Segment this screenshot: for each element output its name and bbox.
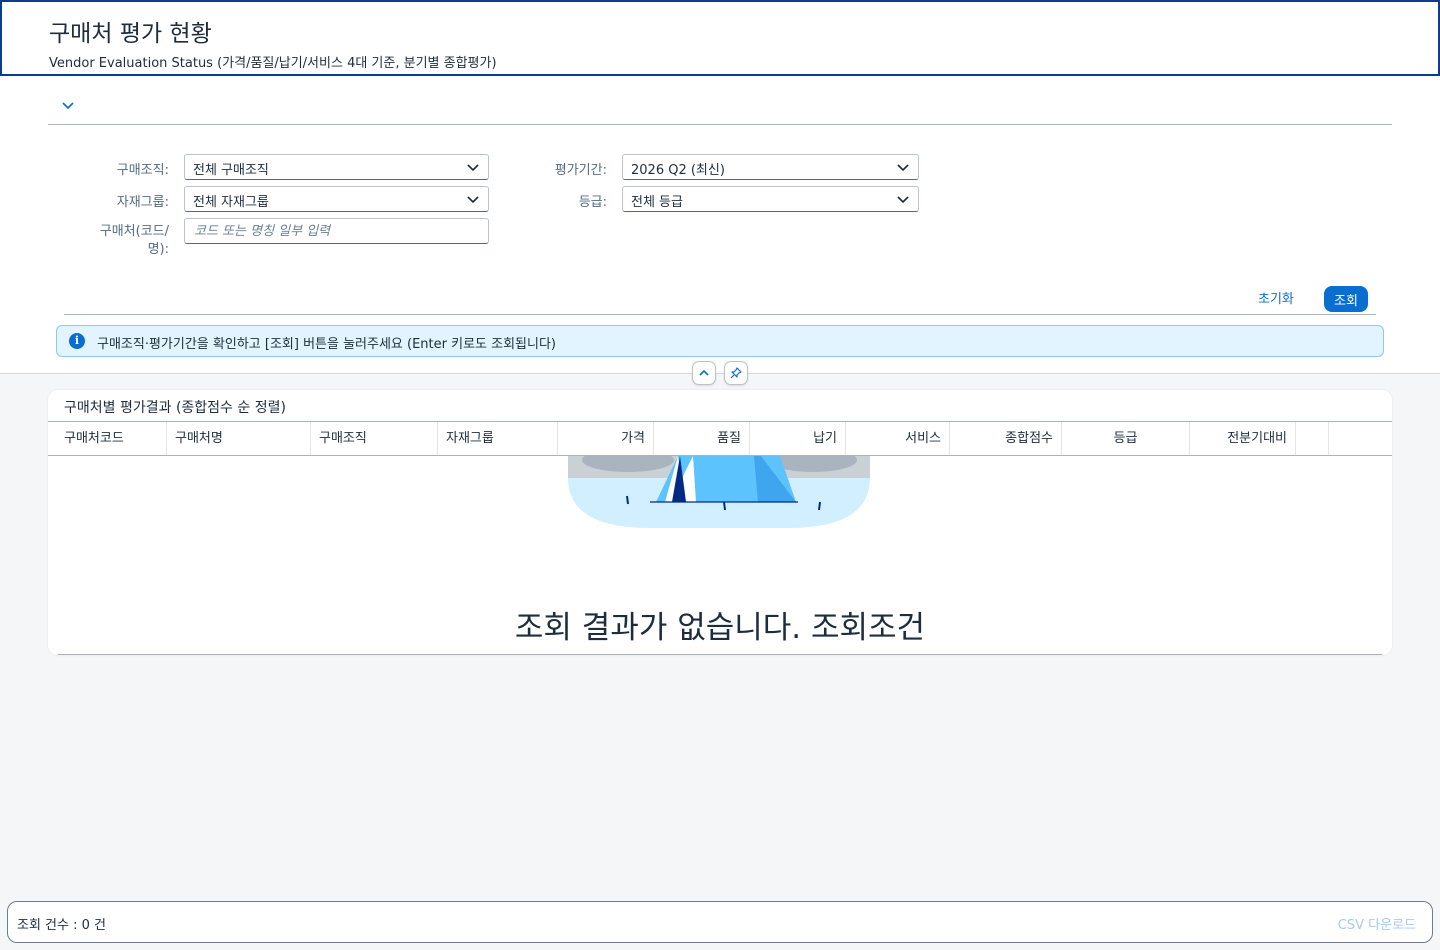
reset-button[interactable]: 초기화 <box>1258 288 1294 307</box>
vendor-label-line1: 구매처(코드/ <box>99 224 169 239</box>
info-icon: i <box>69 333 85 349</box>
info-message-strip: i 구매조직·평가기간을 확인하고 [조회] 버튼을 눌러주세요 (Enter … <box>56 325 1384 357</box>
period-label: 평가기간: <box>554 163 607 178</box>
material-group-label: 자재그룹: <box>116 195 169 210</box>
chevron-down-icon <box>467 196 479 204</box>
column-header[interactable]: 전분기대비 <box>1190 422 1296 455</box>
purchase-org-value: 전체 구매조직 <box>193 163 269 178</box>
grade-value: 전체 등급 <box>631 195 683 210</box>
column-header[interactable]: 가격 <box>558 422 654 455</box>
period-value: 2026 Q2 (최신) <box>631 163 725 178</box>
footer-bar: 조회 건수 : 0 건 CSV 다운로드 <box>7 901 1433 943</box>
grade-select[interactable]: 전체 등급 <box>622 186 919 212</box>
vendor-input[interactable] <box>184 218 489 244</box>
column-header-spacer <box>1296 422 1329 455</box>
result-panel: 구매처별 평가결과 (종합점수 순 정렬) 구매처코드 구매처명 구매조직 자재… <box>48 390 1392 655</box>
column-header[interactable]: 품질 <box>654 422 750 455</box>
result-count: 조회 건수 : 0 건 <box>17 918 106 933</box>
pin-header-button[interactable] <box>724 361 748 385</box>
column-header[interactable]: 구매조직 <box>311 422 438 455</box>
page-title: 구매처 평가 현황 <box>49 21 212 47</box>
column-header[interactable]: 등급 <box>1062 422 1190 455</box>
result-title: 구매처별 평가결과 (종합점수 순 정렬) <box>64 400 286 416</box>
table-header: 구매처코드 구매처명 구매조직 자재그룹 가격 품질 납기 서비스 종합점수 등… <box>48 421 1392 456</box>
page-header: 구매처 평가 현황 Vendor Evaluation Status (가격/품… <box>0 0 1440 76</box>
info-text: 구매조직·평가기간을 확인하고 [조회] 버튼을 눌러주세요 (Enter 키로… <box>97 337 556 352</box>
csv-download-button[interactable]: CSV 다운로드 <box>1338 914 1416 933</box>
vendor-label: 구매처(코드/ 명): <box>64 223 169 259</box>
filter-divider <box>48 124 1392 125</box>
collapse-header-button[interactable] <box>692 361 716 385</box>
toolbar-divider <box>64 314 1376 315</box>
panel-divider <box>58 654 1382 655</box>
no-data-illustration <box>568 456 870 528</box>
pin-icon <box>730 367 742 379</box>
purchase-org-select[interactable]: 전체 구매조직 <box>184 154 489 180</box>
no-data-message: 조회 결과가 없습니다. 조회조건 <box>514 610 926 646</box>
period-select[interactable]: 2026 Q2 (최신) <box>622 154 919 180</box>
grade-label: 등급: <box>578 195 607 210</box>
chevron-down-icon <box>467 164 479 172</box>
filter-area: 구매조직: 전체 구매조직 평가기간: 2026 Q2 (최신) 자재그룹: 전… <box>0 76 1440 385</box>
chevron-down-icon <box>897 196 909 204</box>
material-group-value: 전체 자재그룹 <box>193 195 269 210</box>
column-header[interactable]: 구매처코드 <box>48 422 167 455</box>
chevron-up-icon <box>699 369 709 376</box>
purchase-org-label: 구매조직: <box>116 163 169 178</box>
column-header[interactable]: 서비스 <box>846 422 950 455</box>
column-header[interactable]: 자재그룹 <box>438 422 558 455</box>
search-button[interactable]: 조회 <box>1324 286 1368 312</box>
material-group-select[interactable]: 전체 자재그룹 <box>184 186 489 212</box>
column-header[interactable]: 종합점수 <box>950 422 1062 455</box>
chevron-down-icon[interactable] <box>60 98 76 114</box>
column-header[interactable]: 구매처명 <box>167 422 311 455</box>
vendor-label-line2: 명): <box>147 242 169 257</box>
page-subtitle: Vendor Evaluation Status (가격/품질/납기/서비스 4… <box>49 56 497 71</box>
chevron-down-icon <box>897 164 909 172</box>
column-header[interactable]: 납기 <box>750 422 846 455</box>
